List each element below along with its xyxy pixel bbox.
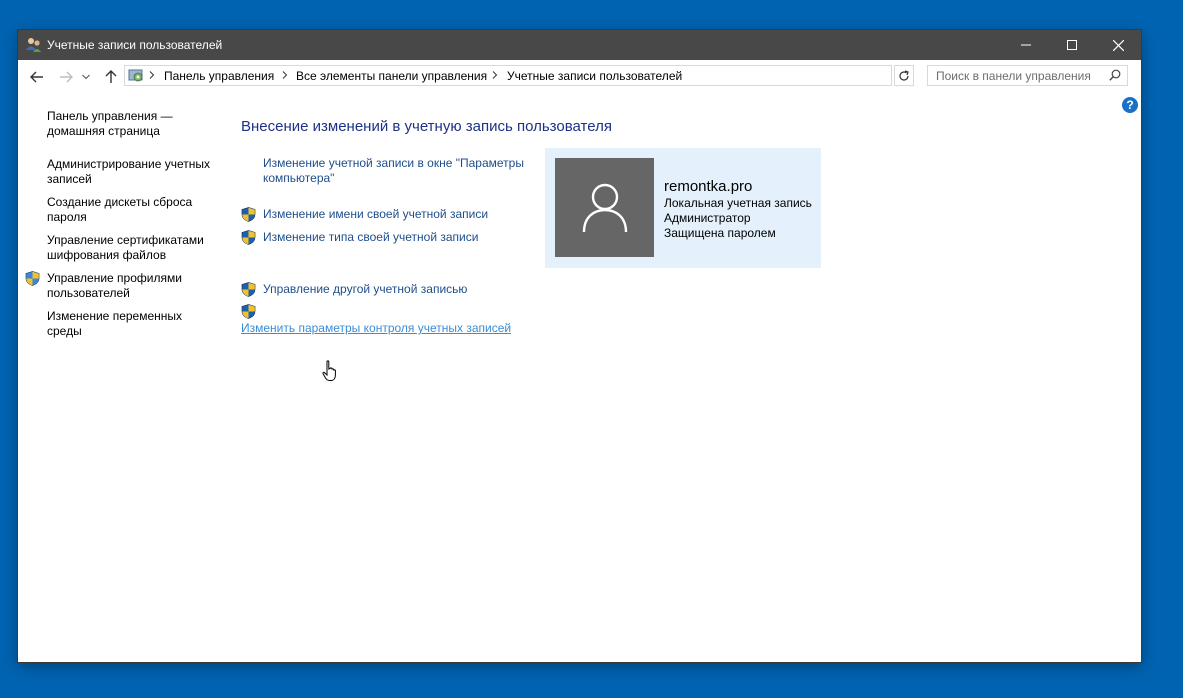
sidebar-item-environment-variables[interactable]: Изменение переменных среды bbox=[47, 309, 197, 339]
link-rename-account[interactable]: Изменение имени своей учетной записи bbox=[263, 207, 488, 222]
minimize-button[interactable] bbox=[1003, 30, 1049, 60]
sidebar-item-home[interactable]: Панель управления — домашняя страница bbox=[47, 109, 182, 139]
page-title: Внесение изменений в учетную запись поль… bbox=[241, 118, 612, 135]
sidebar-item-manage-accounts[interactable]: Администрирование учетных записей bbox=[47, 157, 217, 187]
search-icon[interactable] bbox=[1109, 69, 1121, 81]
control-panel-window: Учетные записи пользователей Панель упра… bbox=[18, 30, 1141, 662]
uac-shield-icon bbox=[241, 304, 256, 319]
link-manage-other-account[interactable]: Управление другой учетной записью bbox=[263, 282, 467, 297]
sidebar-item-user-profiles[interactable]: Управление профилями пользователей bbox=[47, 271, 197, 301]
user-name: remontka.pro bbox=[664, 178, 753, 195]
hand-cursor-icon bbox=[322, 360, 336, 381]
help-icon: ? bbox=[1126, 98, 1134, 112]
search-box[interactable] bbox=[927, 65, 1128, 86]
maximize-icon bbox=[1067, 40, 1077, 50]
password-status: Защищена паролем bbox=[664, 226, 776, 240]
help-button[interactable]: ? bbox=[1122, 97, 1138, 113]
user-account-card: remontka.pro Локальная учетная запись Ад… bbox=[545, 148, 821, 268]
maximize-button[interactable] bbox=[1049, 30, 1095, 60]
control-panel-icon bbox=[128, 69, 143, 82]
user-icon bbox=[582, 183, 627, 232]
up-button[interactable] bbox=[100, 66, 122, 88]
forward-arrow-icon bbox=[60, 71, 73, 83]
address-bar[interactable]: Панель управления Все элементы панели уп… bbox=[124, 65, 995, 86]
account-role: Администратор bbox=[664, 211, 751, 225]
title-bar[interactable]: Учетные записи пользователей bbox=[18, 30, 1141, 60]
link-change-account-type[interactable]: Изменение типа своей учетной записи bbox=[263, 230, 478, 245]
refresh-button[interactable] bbox=[894, 65, 914, 86]
uac-shield-icon bbox=[241, 207, 256, 222]
sidebar-item-encryption-certificates[interactable]: Управление сертификатами шифрования файл… bbox=[47, 233, 217, 263]
window-title: Учетные записи пользователей bbox=[47, 38, 223, 52]
back-button[interactable] bbox=[26, 66, 48, 88]
back-arrow-icon bbox=[30, 71, 43, 83]
breadcrumb-separator-icon bbox=[149, 71, 155, 79]
user-accounts-icon bbox=[26, 38, 41, 52]
close-icon bbox=[1112, 39, 1124, 51]
breadcrumb-separator-icon bbox=[492, 71, 498, 79]
link-change-in-pc-settings[interactable]: Изменение учетной записи в окне "Парамет… bbox=[263, 156, 538, 186]
close-button[interactable] bbox=[1095, 30, 1141, 60]
minimize-icon bbox=[1021, 44, 1031, 46]
breadcrumb-user-accounts[interactable]: Учетные записи пользователей bbox=[507, 69, 682, 83]
sidebar-item-reset-disk[interactable]: Создание дискеты сброса пароля bbox=[47, 195, 197, 225]
uac-shield-icon bbox=[25, 271, 40, 286]
breadcrumb-control-panel[interactable]: Панель управления bbox=[164, 69, 274, 83]
avatar bbox=[555, 158, 654, 257]
recent-locations-button[interactable] bbox=[80, 66, 92, 88]
breadcrumb-separator-icon bbox=[282, 71, 288, 79]
uac-shield-icon bbox=[241, 282, 256, 297]
forward-button[interactable] bbox=[55, 66, 77, 88]
up-arrow-icon bbox=[105, 70, 117, 83]
search-input[interactable] bbox=[928, 66, 1106, 85]
refresh-icon bbox=[899, 69, 909, 81]
uac-shield-icon bbox=[241, 230, 256, 245]
link-uac-settings[interactable]: Изменить параметры контроля учетных запи… bbox=[241, 321, 511, 336]
chevron-down-icon bbox=[82, 74, 90, 80]
account-type: Локальная учетная запись bbox=[664, 196, 812, 210]
breadcrumb-all-items[interactable]: Все элементы панели управления bbox=[296, 69, 487, 83]
